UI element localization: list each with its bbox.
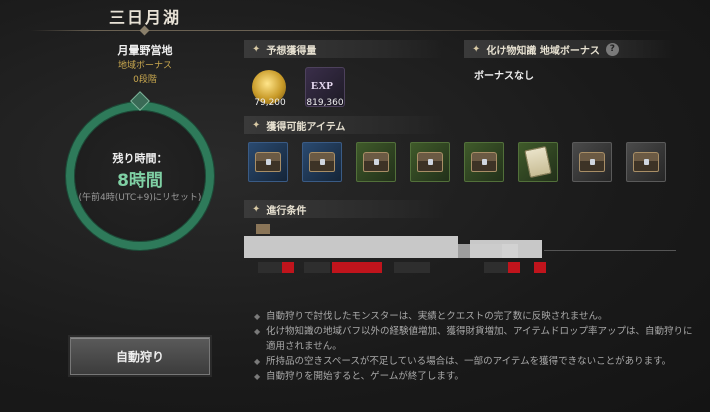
item-slot[interactable] [302, 142, 342, 182]
item-slot[interactable] [248, 142, 288, 182]
camp-level: 0段階 [133, 75, 157, 85]
knowledge-bonus-value: ボーナスなし [474, 71, 534, 82]
region-bonus-label: 地域ボーナス [117, 61, 172, 71]
help-icon[interactable]: ? [605, 42, 619, 56]
section-title: 予想獲得量 [266, 45, 317, 57]
redacted-mark [256, 224, 270, 234]
redacted-block [244, 236, 458, 258]
exp-qty: 819,360 [306, 98, 344, 108]
section-obtainable-items: ✦ 獲得可能アイテム [244, 116, 444, 134]
item-slot[interactable] [626, 142, 666, 182]
note-item: ◆ 自動狩りで討伐したモンスターは、実績とクエストの完了数に反映されません。 [254, 311, 608, 322]
sparkle-icon: ✦ [252, 43, 261, 55]
diamond-bullet-icon: ◆ [254, 357, 261, 366]
diamond-bullet-icon: ◆ [254, 327, 261, 336]
section-title: 進行条件 [266, 205, 307, 217]
item-slot[interactable] [572, 142, 612, 182]
redacted-mark [534, 262, 546, 273]
reset-note: (午前4時(UTC+9)にリセット) [78, 193, 202, 203]
sparkle-icon: ✦ [252, 119, 261, 131]
scroll-icon [524, 146, 552, 178]
item-slot[interactable] [356, 142, 396, 182]
chest-icon [363, 152, 389, 172]
redacted-mark [332, 262, 382, 273]
chest-icon [255, 152, 281, 172]
diamond-bullet-icon: ◆ [254, 372, 261, 381]
section-title: 獲得可能アイテム [266, 121, 346, 133]
sparkle-icon: ✦ [252, 203, 261, 215]
title-divider [30, 30, 680, 31]
exp-label: EXP [311, 80, 333, 92]
chest-icon [579, 152, 605, 172]
chest-icon [471, 152, 497, 172]
redacted-mark [508, 262, 520, 273]
redacted-block [470, 244, 502, 258]
redacted-line [544, 250, 676, 251]
redacted-mark [304, 262, 330, 273]
progress-conditions-redacted [244, 220, 676, 276]
remaining-time-label: 残り時間： [112, 152, 168, 165]
item-slot[interactable] [464, 142, 504, 182]
item-slot[interactable] [518, 142, 558, 182]
note-item: ◆ 化け物知識の地域バフ以外の経験値増加、獲得財貨増加、アイテムドロップ率アップは… [254, 326, 693, 352]
chest-icon [633, 152, 659, 172]
auto-hunt-button[interactable]: 自動狩り [70, 337, 210, 375]
note-item: ◆ 所持品の空きスペースが不足している場合は、一部のアイテムを獲得できないことがあ… [254, 356, 672, 367]
section-expected-rewards: ✦ 予想獲得量 [244, 40, 444, 58]
redacted-mark [282, 262, 294, 273]
gold-qty: 79,200 [254, 98, 286, 108]
item-slot[interactable] [410, 142, 450, 182]
notes-list: ◆ 自動狩りで討伐したモンスターは、実績とクエストの完了数に反映されません。 ◆ 化… [254, 309, 694, 384]
diamond-bullet-icon: ◆ [254, 312, 261, 321]
section-title: 化け物知識 地域ボーナス [486, 45, 600, 57]
chest-icon [417, 152, 443, 172]
page-title: 三日月湖 [108, 8, 181, 27]
section-knowledge-bonus: ✦ 化け物知識 地域ボーナス ? [464, 40, 674, 58]
note-item: ◆ 自動狩りを開始すると、ゲームが終了します。 [254, 371, 464, 382]
redacted-mark [258, 262, 282, 273]
chest-icon [309, 152, 335, 172]
section-progress-conditions: ✦ 進行条件 [244, 200, 444, 218]
remaining-time-value: 8時間 [117, 171, 163, 191]
redacted-mark [394, 262, 430, 273]
redacted-mark [484, 262, 508, 273]
sparkle-icon: ✦ [472, 43, 481, 55]
